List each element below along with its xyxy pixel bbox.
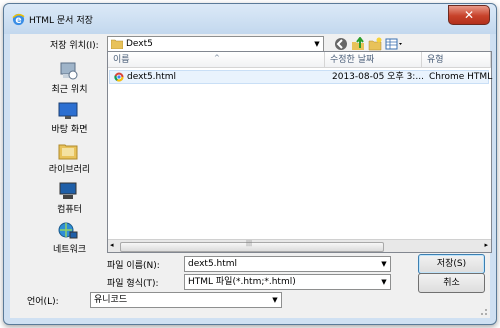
scroll-right-icon[interactable]: ▸ xyxy=(484,240,488,251)
places-bar: 최근 위치 바탕 화면 라이브러리 컴퓨터 네트워크 xyxy=(38,61,101,257)
encoding-value: 유니코드 xyxy=(94,295,128,305)
up-folder-icon[interactable] xyxy=(351,37,365,51)
column-header-label: 이름 xyxy=(113,55,130,65)
filetype-label: 파일 형식(T): xyxy=(107,279,159,289)
new-folder-icon[interactable] xyxy=(368,37,382,51)
chevron-down-icon[interactable]: ▼ xyxy=(311,37,323,51)
recent-places-icon xyxy=(60,62,78,80)
chevron-down-icon[interactable]: ▼ xyxy=(269,293,281,307)
column-header-label: 유형 xyxy=(427,55,444,65)
save-button[interactable]: 저장(S) xyxy=(418,254,485,274)
network-icon xyxy=(58,222,78,239)
svg-text:e: e xyxy=(15,15,21,26)
file-name: dext5.html xyxy=(127,72,177,82)
chevron-down-icon[interactable]: ▼ xyxy=(378,257,390,271)
filename-input[interactable]: dext5.html ▼ xyxy=(184,256,391,272)
save-dialog: e HTML 문서 저장 ✕ 저장 위치(I): Dext5 ▼ 최근 위치 바… xyxy=(3,3,497,325)
file-list[interactable]: 이름 ^ 수정한 날짜 유형 dext5.html 2013-08-05 오후 … xyxy=(107,51,492,253)
file-modified: 2013-08-05 오후 3:... xyxy=(332,72,424,82)
file-type: Chrome HTML xyxy=(429,72,493,82)
grip-icon: ||| xyxy=(246,240,253,247)
column-header-name[interactable]: 이름 ^ xyxy=(108,52,325,68)
location-label: 저장 위치(I): xyxy=(50,41,99,51)
computer-icon xyxy=(59,182,77,199)
column-header-type[interactable]: 유형 xyxy=(422,52,491,68)
place-label: 최근 위치 xyxy=(51,85,88,95)
filename-label: 파일 이름(N): xyxy=(107,261,160,271)
sort-ascending-icon: ^ xyxy=(214,54,220,62)
filetype-value: HTML 파일(*.htm;*.html) xyxy=(188,277,296,287)
scrollbar-thumb[interactable]: ||| xyxy=(120,240,384,252)
filename-value: dext5.html xyxy=(188,259,238,269)
place-label: 컴퓨터 xyxy=(57,205,82,215)
back-icon[interactable] xyxy=(334,37,348,51)
horizontal-scrollbar[interactable]: ◂ ||| ▸ xyxy=(108,239,491,252)
cancel-button[interactable]: 취소 xyxy=(418,273,485,293)
place-recent[interactable]: 최근 위치 xyxy=(38,61,101,97)
encoding-select[interactable]: 유니코드 ▼ xyxy=(90,292,282,308)
column-header-modified[interactable]: 수정한 날짜 xyxy=(325,52,422,68)
close-button[interactable]: ✕ xyxy=(448,5,490,25)
chrome-html-icon xyxy=(114,72,124,82)
place-computer[interactable]: 컴퓨터 xyxy=(38,181,101,217)
resize-grip-icon[interactable] xyxy=(478,306,488,316)
place-label: 라이브러리 xyxy=(48,165,91,175)
desktop-icon xyxy=(58,102,78,119)
chevron-down-icon[interactable]: ▼ xyxy=(378,275,390,289)
view-menu-icon[interactable] xyxy=(385,37,405,51)
column-header-label: 수정한 날짜 xyxy=(330,55,375,65)
title-bar[interactable]: e HTML 문서 저장 ✕ xyxy=(4,4,496,34)
window-title: HTML 문서 저장 xyxy=(29,16,93,26)
encoding-label: 언어(L): xyxy=(27,297,59,307)
location-value: Dext5 xyxy=(126,39,153,49)
libraries-icon xyxy=(58,144,78,160)
ie-icon: e xyxy=(12,13,25,26)
scroll-left-icon[interactable]: ◂ xyxy=(110,240,114,251)
folder-icon xyxy=(111,39,123,49)
place-label: 네트워크 xyxy=(52,245,87,255)
place-desktop[interactable]: 바탕 화면 xyxy=(38,101,101,137)
place-label: 바탕 화면 xyxy=(51,125,88,135)
filetype-select[interactable]: HTML 파일(*.htm;*.html) ▼ xyxy=(184,274,391,290)
file-row[interactable]: dext5.html 2013-08-05 오후 3:... Chrome HT… xyxy=(109,70,493,84)
place-libraries[interactable]: 라이브러리 xyxy=(38,141,101,177)
dialog-body: 저장 위치(I): Dext5 ▼ 최근 위치 바탕 화면 라이브러리 컴퓨터 … xyxy=(10,34,492,318)
place-network[interactable]: 네트워크 xyxy=(38,221,101,257)
